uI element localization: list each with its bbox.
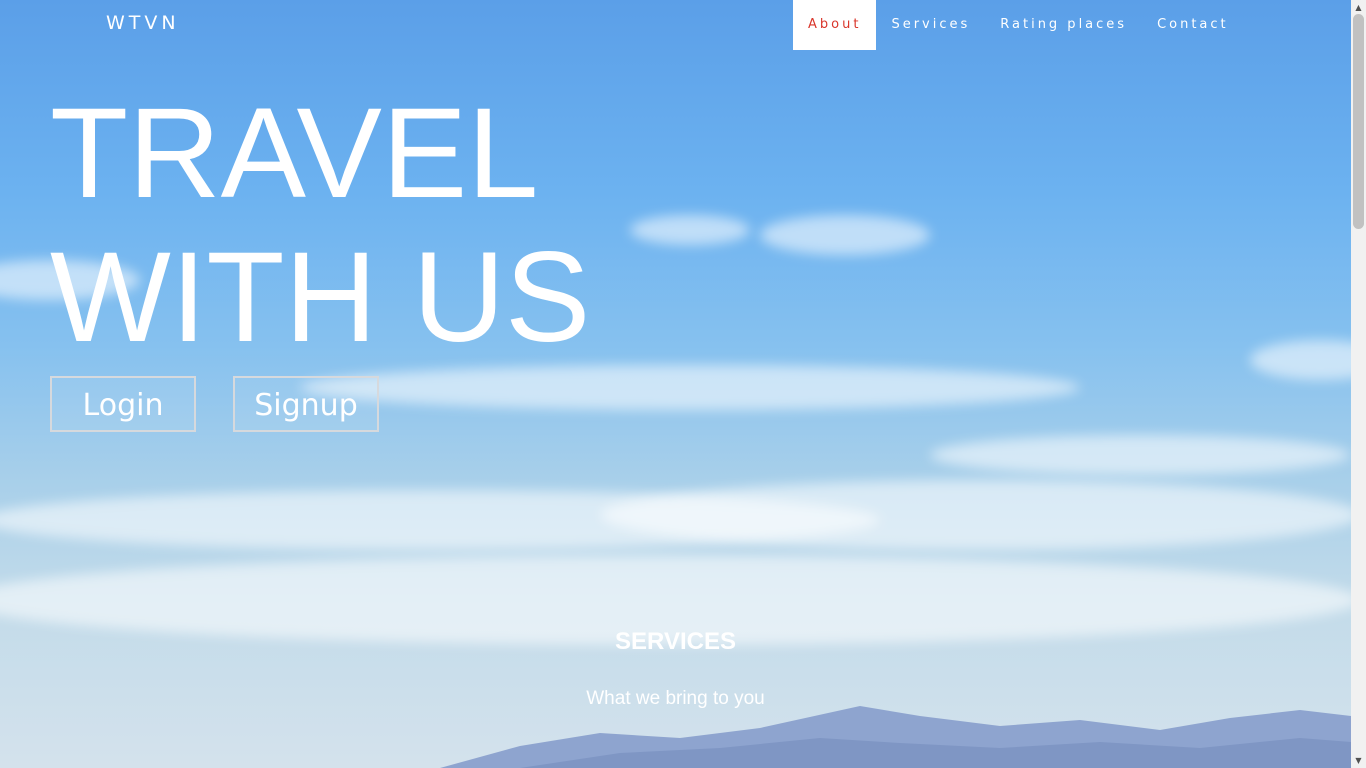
services-heading: SERVICES <box>615 628 736 655</box>
hero-headline-line-1: TRAVEL <box>50 82 539 225</box>
cloud <box>600 480 1351 550</box>
services-subtitle: What we bring to you <box>586 688 765 709</box>
signup-button[interactable]: Signup <box>233 376 379 432</box>
hero-headline: TRAVEL WITH US <box>50 82 590 370</box>
cloud <box>760 215 930 255</box>
nav-item-services[interactable]: Services <box>876 0 985 50</box>
cloud <box>630 215 750 245</box>
brand-logo[interactable]: WTVN <box>106 12 180 34</box>
nav-item-rating-places[interactable]: Rating places <box>985 0 1142 50</box>
hero-headline-line-2: WITH US <box>50 226 591 369</box>
navbar: WTVN About Services Rating places Contac… <box>0 0 1351 50</box>
vertical-scrollbar[interactable]: ▲ ▼ <box>1351 0 1366 768</box>
nav-item-about[interactable]: About <box>793 0 877 50</box>
scrollbar-thumb[interactable] <box>1353 14 1364 229</box>
login-button[interactable]: Login <box>50 376 196 432</box>
nav-menu: About Services Rating places Contact <box>793 0 1244 50</box>
scroll-down-arrow-icon[interactable]: ▼ <box>1351 753 1366 768</box>
scroll-up-arrow-icon[interactable]: ▲ <box>1351 0 1366 15</box>
nav-item-contact[interactable]: Contact <box>1142 0 1244 50</box>
cloud <box>1250 340 1351 380</box>
cloud <box>300 365 1080 410</box>
cloud <box>930 435 1350 475</box>
